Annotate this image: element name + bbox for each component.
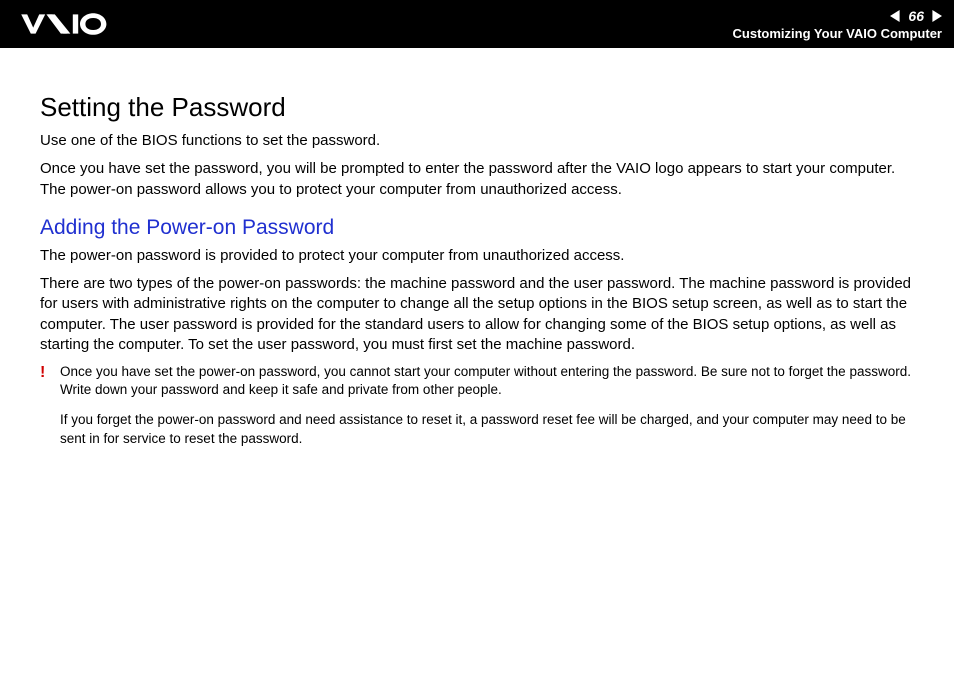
page-navigation: 66 [890, 8, 942, 24]
prev-page-arrow-icon[interactable] [890, 10, 902, 22]
note-paragraph-1: Once you have set the power-on password,… [60, 363, 914, 399]
warning-note: ! Once you have set the power-on passwor… [40, 363, 914, 460]
section-title: Customizing Your VAIO Computer [733, 26, 942, 41]
note-paragraph-2: If you forget the power-on password and … [60, 411, 914, 447]
paragraph-2: There are two types of the power-on pass… [40, 274, 914, 355]
header-nav-block: 66 Customizing Your VAIO Computer [733, 8, 942, 41]
vaio-logo [20, 0, 140, 48]
warning-icon: ! [40, 363, 54, 460]
page-header: 66 Customizing Your VAIO Computer [0, 0, 954, 48]
warning-text: Once you have set the power-on password,… [60, 363, 914, 460]
intro-paragraph-2: Once you have set the password, you will… [40, 159, 914, 200]
page-title: Setting the Password [40, 92, 914, 123]
next-page-arrow-icon[interactable] [930, 10, 942, 22]
subheading: Adding the Power-on Password [40, 216, 914, 240]
paragraph-1: The power-on password is provided to pro… [40, 246, 914, 266]
page-number: 66 [908, 8, 924, 24]
page-content: Setting the Password Use one of the BIOS… [0, 48, 954, 460]
intro-paragraph-1: Use one of the BIOS functions to set the… [40, 131, 914, 151]
